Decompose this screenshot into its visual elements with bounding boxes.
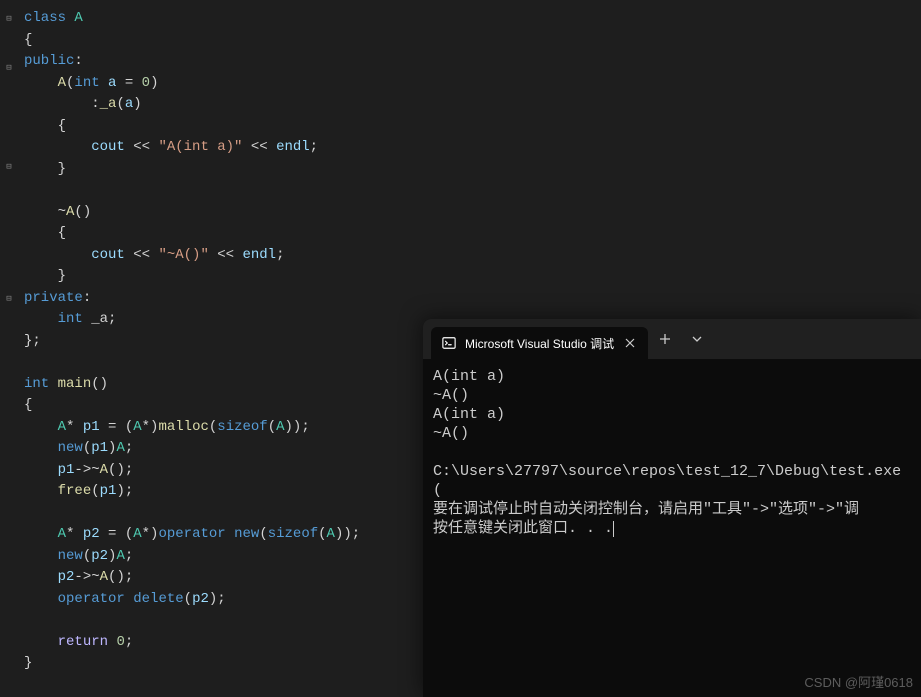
fold-marker [3, 277, 15, 289]
fold-marker [3, 491, 15, 503]
code-line[interactable]: new(p1)A; [22, 438, 360, 460]
code-line[interactable] [22, 610, 360, 632]
code-line[interactable]: operator delete(p2); [22, 589, 360, 611]
fold-marker[interactable]: ⊟ [3, 161, 15, 173]
fold-marker [3, 145, 15, 157]
code-line[interactable] [22, 352, 360, 374]
fold-marker [3, 508, 15, 520]
code-line[interactable]: } [22, 159, 360, 181]
fold-marker [3, 376, 15, 388]
code-line[interactable]: { [22, 223, 360, 245]
fold-marker [3, 442, 15, 454]
fold-marker[interactable]: ⊟ [3, 293, 15, 305]
code-line[interactable]: new(p2)A; [22, 546, 360, 568]
fold-marker [3, 425, 15, 437]
fold-gutter[interactable]: ⊟ ⊟ ⊟ ⊟ [0, 0, 18, 697]
code-line[interactable]: ~A() [22, 202, 360, 224]
fold-marker [3, 475, 15, 487]
code-line[interactable]: free(p1); [22, 481, 360, 503]
code-line[interactable]: cout << "~A()" << endl; [22, 245, 360, 267]
fold-marker [3, 194, 15, 206]
code-line[interactable]: private: [22, 288, 360, 310]
code-line[interactable] [22, 503, 360, 525]
code-line[interactable]: } [22, 653, 360, 675]
code-line[interactable]: :_a(a) [22, 94, 360, 116]
terminal-titlebar: Microsoft Visual Studio 调试 [423, 319, 921, 359]
code-line[interactable] [22, 180, 360, 202]
fold-marker [3, 227, 15, 239]
code-line[interactable]: cout << "A(int a)" << endl; [22, 137, 360, 159]
code-line[interactable]: A* p2 = (A*)operator new(sizeof(A)); [22, 524, 360, 546]
fold-marker [3, 260, 15, 272]
terminal-cursor [613, 521, 614, 537]
fold-marker [3, 326, 15, 338]
fold-marker [3, 458, 15, 470]
code-line[interactable]: { [22, 30, 360, 52]
code-line[interactable]: public: [22, 51, 360, 73]
code-line[interactable]: int main() [22, 374, 360, 396]
fold-marker [3, 244, 15, 256]
fold-marker[interactable]: ⊟ [3, 62, 15, 74]
fold-marker [3, 359, 15, 371]
fold-marker [3, 79, 15, 91]
code-line[interactable]: class A [22, 8, 360, 30]
terminal-tab[interactable]: Microsoft Visual Studio 调试 [431, 327, 648, 359]
terminal-output[interactable]: A(int a) ~A() A(int a) ~A() C:\Users\277… [423, 359, 921, 697]
code-line[interactable]: }; [22, 331, 360, 353]
code-area[interactable]: class A{public: A(int a = 0) :_a(a) { co… [18, 0, 360, 697]
fold-marker [3, 310, 15, 322]
fold-marker [3, 178, 15, 190]
code-line[interactable]: p2->~A(); [22, 567, 360, 589]
fold-marker [3, 29, 15, 41]
terminal-icon [441, 335, 457, 351]
code-line[interactable]: } [22, 266, 360, 288]
fold-marker [3, 343, 15, 355]
fold-marker[interactable]: ⊟ [3, 13, 15, 25]
fold-marker [3, 128, 15, 140]
tab-dropdown-button[interactable] [682, 324, 712, 354]
code-line[interactable]: p1->~A(); [22, 460, 360, 482]
code-line[interactable]: { [22, 116, 360, 138]
watermark: CSDN @阿瑾0618 [804, 672, 913, 691]
terminal-window: Microsoft Visual Studio 调试 A(int a) ~A()… [423, 319, 921, 697]
code-line[interactable]: A* p1 = (A*)malloc(sizeof(A)); [22, 417, 360, 439]
code-line[interactable]: return 0; [22, 632, 360, 654]
fold-marker [3, 211, 15, 223]
fold-marker [3, 409, 15, 421]
new-tab-button[interactable] [650, 324, 680, 354]
terminal-tab-title: Microsoft Visual Studio 调试 [465, 335, 614, 352]
code-line[interactable]: int _a; [22, 309, 360, 331]
fold-marker [3, 112, 15, 124]
fold-marker [3, 392, 15, 404]
code-line[interactable]: A(int a = 0) [22, 73, 360, 95]
fold-marker [3, 95, 15, 107]
fold-marker [3, 46, 15, 58]
code-line[interactable]: { [22, 395, 360, 417]
close-tab-button[interactable] [622, 335, 638, 351]
